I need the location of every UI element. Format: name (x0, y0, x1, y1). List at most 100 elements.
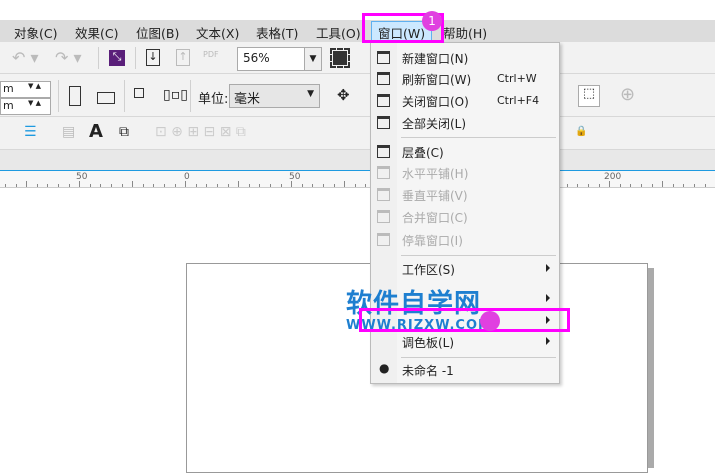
menu-item-refresh-window[interactable]: 刷新窗口(W) Ctrl+W (371, 69, 559, 89)
transform-icon[interactable]: ⬚ (578, 85, 600, 107)
ruler-tick (47, 184, 49, 187)
ruler-tick (683, 184, 685, 187)
dock-icon (377, 233, 390, 246)
submenu-arrow-icon (546, 294, 550, 302)
all-pages-icon[interactable] (134, 88, 144, 98)
chevron-down-icon: ▼ (307, 89, 314, 99)
menu-item-close-window[interactable]: 关闭窗口(O) Ctrl+F4 (371, 91, 559, 111)
height-field[interactable]: m (0, 98, 51, 115)
ruler-tick (365, 184, 367, 187)
tile-vertical-icon (377, 188, 390, 201)
zoom-value: 56% (243, 51, 270, 65)
divider (124, 80, 125, 112)
unit-label: 单位: (198, 92, 229, 107)
horizontal-ruler[interactable]: 50 0 50 200 (0, 170, 715, 188)
add-icon[interactable]: ⊕ (620, 84, 635, 105)
ruler-tick (323, 184, 324, 187)
divider (58, 80, 59, 112)
justify-icon[interactable]: ☰ (24, 124, 37, 140)
ruler-tick (206, 184, 208, 187)
menu-effects[interactable]: 效果(C) (75, 23, 118, 42)
ruler-tick (672, 184, 674, 187)
unit-select[interactable]: 毫米 ▼ (229, 84, 320, 108)
ruler-tick (609, 181, 611, 187)
align-toolbar: ☰ ▤ A ⧉ ⊡ ⊕ ⊞ ⊟ ⊠ ⧉ 🔒 (0, 117, 715, 150)
ruler-tick (301, 184, 303, 187)
spin-icon[interactable]: ▼ ▲ (28, 99, 41, 107)
link-icon[interactable]: ⧉ (119, 124, 129, 140)
ruler-tick (26, 181, 28, 187)
ruler-tick (185, 181, 187, 187)
menu-text[interactable]: 文本(X) (196, 23, 239, 42)
ruler-tick (132, 181, 134, 187)
landscape-icon[interactable] (97, 92, 115, 104)
menu-item-cascade[interactable]: 层叠(C) (371, 142, 559, 162)
menu-bitmap[interactable]: 位图(B) (136, 23, 179, 42)
ruler-tick (312, 184, 314, 187)
close-all-icon (377, 116, 390, 129)
ruler-tick (259, 184, 261, 187)
ruler-tick (641, 184, 642, 187)
text-frame-icon[interactable]: ▤ (62, 124, 75, 140)
portrait-icon[interactable] (69, 86, 81, 106)
menu-item-color-palettes[interactable]: 调色板(L) (371, 332, 559, 352)
undo-icon[interactable]: ↶ ▾ (12, 48, 39, 67)
ruler-tick (704, 184, 706, 187)
ruler-tick (195, 184, 197, 187)
menu-item-tile-vertical[interactable]: 垂直平铺(V) (371, 185, 559, 205)
snap-icon[interactable]: ⤡ (109, 50, 125, 66)
new-window-icon (377, 51, 390, 64)
ruler-tick (619, 184, 621, 187)
export-icon[interactable]: ↑ (176, 49, 190, 66)
spin-icon[interactable]: ▼ ▲ (28, 82, 41, 90)
highlight-box-menu-item (359, 308, 570, 332)
menu-object[interactable]: 对象(C) (14, 23, 57, 42)
ruler-tick (630, 184, 632, 187)
tile-horizontal-icon (377, 166, 390, 179)
nudge-icon[interactable]: ✥ (337, 86, 350, 104)
width-field[interactable]: m (0, 81, 51, 98)
ruler-label: 200 (604, 172, 622, 182)
menu-item-close-all[interactable]: 全部关闭(L) (371, 113, 559, 133)
pdf-icon[interactable]: PDF (203, 50, 219, 59)
ruler-tick (5, 184, 6, 187)
ruler-tick (68, 184, 70, 187)
full-screen-icon[interactable] (330, 48, 350, 68)
property-bar: m m ▼ ▲ ▼ ▲ ▯▫▯ 单位: 毫米 ▼ ✥ ⬚ ⊕ (0, 74, 715, 117)
divider (135, 47, 136, 69)
ruler-tick (651, 184, 653, 187)
divider (190, 80, 191, 112)
menu-item-new-window[interactable]: 新建窗口(N) (371, 48, 559, 68)
ruler-tick (79, 181, 81, 187)
ruler-tick (100, 184, 102, 187)
text-style-icon[interactable]: A (89, 121, 103, 142)
current-page-icon[interactable]: ▯▫▯ (163, 87, 188, 103)
chevron-down-icon[interactable]: ▼ (304, 48, 321, 70)
zoom-level-select[interactable]: 56% ▼ (237, 47, 322, 71)
menu-item-combine-windows[interactable]: 合并窗口(C) (371, 207, 559, 227)
document-tab-bar (0, 150, 715, 170)
menu-bar: 对象(C) 效果(C) 位图(B) 文本(X) 表格(T) 工具(O) 窗口(W… (0, 20, 715, 44)
lock-icon[interactable]: 🔒 (575, 126, 587, 137)
ruler-tick (248, 184, 250, 187)
ruler-tick (577, 184, 579, 187)
redo-icon[interactable]: ↷ ▾ (55, 48, 82, 67)
ruler-tick (153, 184, 155, 187)
menu-help[interactable]: 帮助(H) (443, 23, 487, 42)
ruler-tick (164, 184, 165, 187)
unit-value: 毫米 (234, 92, 261, 107)
ruler-tick (58, 184, 59, 187)
align-icons[interactable]: ⊡ ⊕ ⊞ ⊟ ⊠ ⧉ (155, 124, 246, 140)
menu-item-tile-horizontal[interactable]: 水平平铺(H) (371, 163, 559, 183)
ruler-tick (333, 184, 335, 187)
import-icon[interactable]: ↓ (146, 49, 160, 66)
ruler-tick (111, 184, 112, 187)
ruler-tick (344, 181, 346, 187)
menu-item-dock-window[interactable]: 停靠窗口(I) (371, 230, 559, 250)
ruler-tick (598, 184, 600, 187)
ruler-tick (662, 181, 664, 187)
menu-table[interactable]: 表格(T) (256, 23, 298, 42)
menu-tools[interactable]: 工具(O) (316, 23, 361, 42)
menu-item-workspace[interactable]: 工作区(S) (371, 259, 559, 279)
menu-item-document[interactable]: ● 未命名 -1 (371, 360, 559, 380)
